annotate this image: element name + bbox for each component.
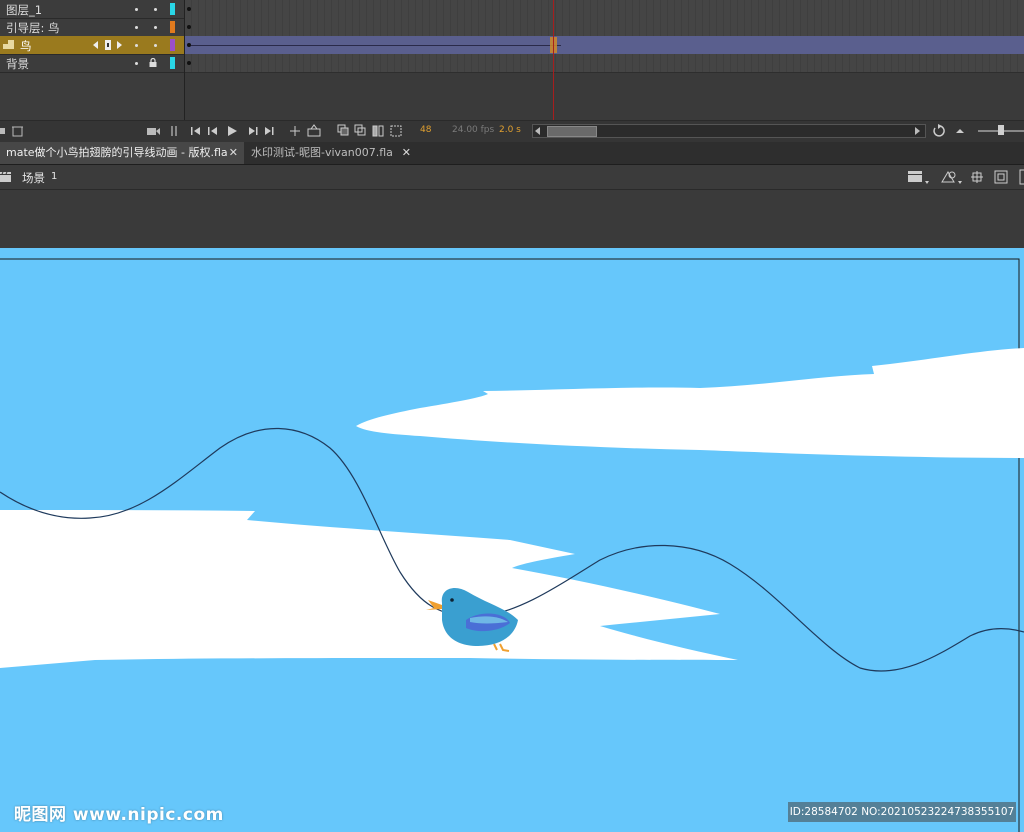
stage-artwork bbox=[0, 258, 1024, 832]
lock-dot[interactable] bbox=[154, 8, 157, 11]
edit-scene-icon bbox=[908, 171, 929, 184]
edit-bar: 场景 1 bbox=[0, 165, 1024, 190]
keyframe[interactable] bbox=[187, 25, 191, 29]
tab-document-2[interactable]: 水印测试-昵图-vivan007.fla ✕ bbox=[245, 142, 417, 164]
layer-actions-icons bbox=[0, 126, 23, 137]
lock-dot[interactable] bbox=[154, 44, 157, 47]
center-stage-icon bbox=[971, 171, 983, 183]
lock-dot[interactable] bbox=[154, 26, 157, 29]
layer-row-bird[interactable]: 鸟 bbox=[0, 36, 184, 55]
onion-skin-controls[interactable] bbox=[337, 124, 403, 138]
layer-name: 图层_1 bbox=[6, 3, 43, 17]
loop-controls[interactable] bbox=[289, 124, 325, 138]
zoom-out-icon bbox=[956, 129, 964, 133]
cloud-right bbox=[356, 348, 1024, 458]
layer-color-swatch[interactable] bbox=[170, 21, 175, 33]
keyframe[interactable] bbox=[187, 7, 191, 11]
close-icon[interactable]: ✕ bbox=[402, 142, 411, 164]
document-tabs: mate做个小鸟拍翅膀的引导线动画 - 版权.fla ✕ 水印测试-昵图-viv… bbox=[0, 142, 1024, 165]
layer-panel: 图层_1 引导层: 鸟 鸟 背景 bbox=[0, 0, 185, 120]
tab-document-1[interactable]: mate做个小鸟拍翅膀的引导线动画 - 版权.fla ✕ bbox=[0, 142, 244, 164]
visibility-dot[interactable] bbox=[135, 62, 138, 65]
elapsed-time[interactable]: 2.0 s bbox=[499, 125, 521, 135]
tween-line bbox=[191, 45, 561, 46]
scroll-thumb[interactable] bbox=[547, 126, 597, 137]
scene-label[interactable]: 场景 bbox=[22, 170, 45, 186]
layer-color-swatch[interactable] bbox=[170, 3, 175, 15]
scene-clapper-icon bbox=[0, 171, 11, 182]
cloud-left bbox=[0, 510, 738, 668]
layer-name: 鸟 bbox=[20, 39, 32, 53]
clip-stage-icon bbox=[994, 170, 1008, 184]
tab-label: 水印测试-昵图-vivan007.fla bbox=[251, 146, 393, 159]
frame-row[interactable] bbox=[185, 0, 1024, 19]
playback-controls[interactable] bbox=[191, 125, 277, 137]
layer-row-guide[interactable]: 引导层: 鸟 bbox=[0, 18, 184, 37]
current-frame[interactable]: 48 bbox=[420, 125, 431, 135]
delete-layer-icon bbox=[12, 126, 23, 137]
playhead[interactable] bbox=[553, 0, 554, 120]
frame-row[interactable] bbox=[185, 54, 1024, 73]
pasteboard bbox=[0, 190, 1024, 248]
guided-layer-icon bbox=[3, 40, 14, 49]
timeline-scrollbar[interactable] bbox=[532, 124, 926, 138]
stage-canvas[interactable] bbox=[0, 248, 1024, 832]
panel-edge-icon bbox=[1019, 169, 1024, 185]
frame-grid[interactable] bbox=[185, 0, 1024, 120]
edit-symbol-icon bbox=[941, 171, 962, 184]
new-layer-icon bbox=[0, 128, 5, 134]
lock-icon[interactable] bbox=[149, 58, 157, 67]
scene-number[interactable]: 1 bbox=[51, 171, 57, 182]
layer-row-background[interactable]: 背景 bbox=[0, 54, 184, 73]
timeline-controls: 48 24.00 fps 2.0 s bbox=[0, 120, 1024, 143]
scroll-left-icon[interactable] bbox=[535, 127, 541, 135]
keyframe-nav-icon[interactable] bbox=[92, 40, 128, 50]
frame-row[interactable] bbox=[185, 36, 1024, 55]
layer-name: 背景 bbox=[6, 57, 29, 71]
visibility-dot[interactable] bbox=[135, 26, 138, 29]
layer-color-swatch[interactable] bbox=[170, 57, 175, 69]
close-icon[interactable]: ✕ bbox=[229, 142, 238, 164]
frame-row[interactable] bbox=[185, 18, 1024, 37]
tab-label: mate做个小鸟拍翅膀的引导线动画 - 版权.fla bbox=[6, 146, 228, 159]
frame-rate[interactable]: 24.00 fps bbox=[452, 125, 494, 135]
watermark-logo: 昵图网 www.nipic.com bbox=[14, 805, 224, 825]
camera-icon bbox=[147, 128, 156, 135]
keyframe[interactable] bbox=[187, 61, 191, 65]
watermark-id: ID:28584702 NO:20210523224738355107 bbox=[788, 802, 1016, 822]
scroll-right-icon[interactable] bbox=[915, 127, 921, 135]
zoom-slider-knob[interactable] bbox=[998, 125, 1004, 135]
visibility-dot[interactable] bbox=[135, 44, 138, 47]
layer-color-swatch[interactable] bbox=[170, 39, 175, 51]
layer-row-1[interactable]: 图层_1 bbox=[0, 0, 184, 19]
visibility-dot[interactable] bbox=[135, 8, 138, 11]
layer-name: 引导层: 鸟 bbox=[6, 21, 60, 35]
